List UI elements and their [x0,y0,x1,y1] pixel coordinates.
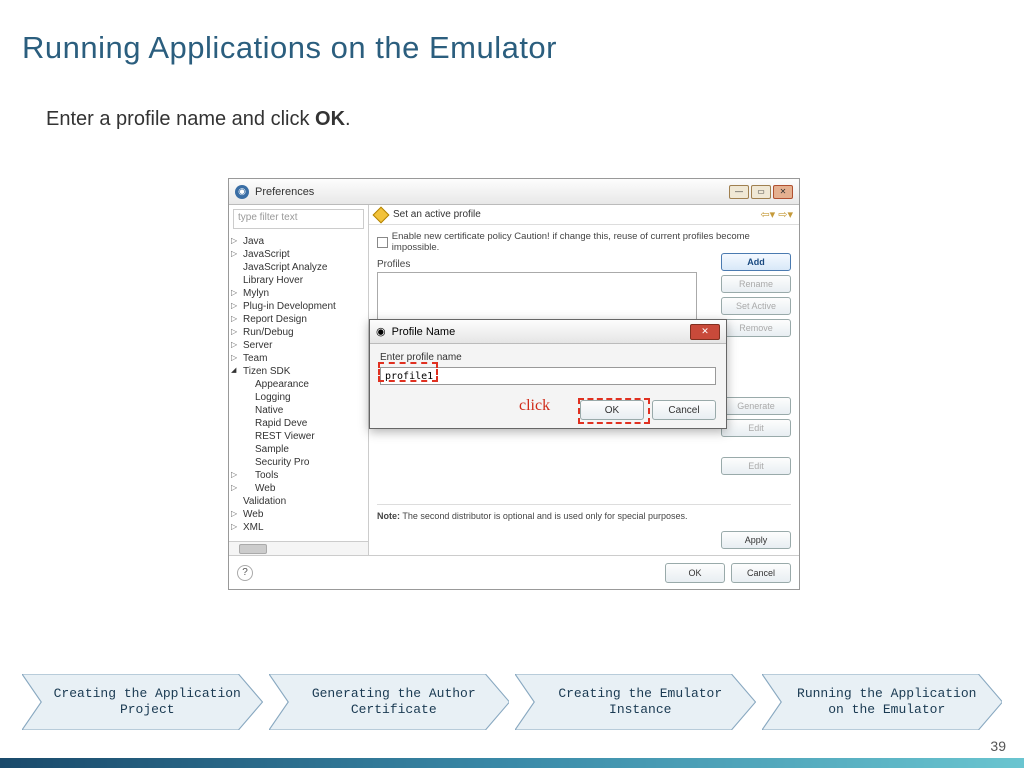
step-label: Generating the Author Certificate [297,686,492,717]
window-controls: — ▭ ✕ [729,185,793,199]
warn-bar: Set an active profile ⇦▾ ⇨▾ [369,205,799,225]
tree-item[interactable]: Plug-in Development [229,300,368,313]
preferences-tree[interactable]: Java JavaScript JavaScript Analyze Libra… [229,233,368,541]
step-label: Creating the Application Project [50,686,245,717]
tree-item[interactable]: Rapid Deve [229,417,368,430]
pn-title-text: Profile Name [392,326,456,338]
tree-item[interactable]: Tizen SDK [229,365,368,378]
edit-button[interactable]: Edit [721,419,791,437]
note-text: The second distributor is optional and i… [400,511,688,521]
process-row: Creating the Application Project Generat… [22,674,1002,730]
hscrollbar[interactable] [229,541,368,555]
tree-item[interactable]: Sample [229,443,368,456]
tree-item[interactable]: Native [229,404,368,417]
tree-item[interactable]: Java [229,235,368,248]
pref-ok-button[interactable]: OK [665,563,725,583]
tree-item[interactable]: Server [229,339,368,352]
note-label: Note: [377,511,400,521]
tree-item[interactable]: REST Viewer [229,430,368,443]
close-icon[interactable]: ✕ [773,185,793,199]
tree-item[interactable]: JavaScript [229,248,368,261]
maximize-icon[interactable]: ▭ [751,185,771,199]
set-active-button[interactable]: Set Active [721,297,791,315]
checkbox-icon[interactable] [377,237,388,248]
page-title: Running Applications on the Emulator [22,30,557,66]
subtitle: Enter a profile name and click OK. [46,108,351,131]
bottom-bar: ? OK Cancel [229,555,799,589]
tree-item[interactable]: Library Hover [229,274,368,287]
footer-gradient [0,758,1024,768]
tree-item[interactable]: Logging [229,391,368,404]
step-3: Creating the Emulator Instance [515,674,756,730]
policy-checkbox-row[interactable]: Enable new certificate policy Caution! i… [377,231,791,253]
tizen-icon: ◉ [376,325,386,338]
click-annotation: click [519,397,550,415]
tree-item[interactable]: Team [229,352,368,365]
apply-button[interactable]: Apply [721,531,791,549]
tree-item[interactable]: Validation [229,495,368,508]
tree-item[interactable]: Report Design [229,313,368,326]
page-number: 39 [990,738,1006,754]
subtitle-post: . [345,108,351,130]
close-icon[interactable]: ✕ [690,324,720,340]
profile-name-input[interactable] [380,367,716,385]
step-4: Running the Application on the Emulator [762,674,1003,730]
tree-item[interactable]: Tools [229,469,368,482]
pn-ok-button[interactable]: OK [580,400,644,420]
filter-input[interactable]: type filter text [233,209,364,229]
warning-icon [373,206,390,223]
tree-item[interactable]: Appearance [229,378,368,391]
pn-cancel-button[interactable]: Cancel [652,400,716,420]
subtitle-bold: OK [315,108,345,130]
tizen-icon: ◉ [235,185,249,199]
step-label: Creating the Emulator Instance [543,686,738,717]
tree-item[interactable]: Web [229,508,368,521]
generate-button[interactable]: Generate [721,397,791,415]
rename-button[interactable]: Rename [721,275,791,293]
pref-title: Preferences [255,186,314,198]
step-label: Running the Application on the Emulator [790,686,985,717]
note-row: Note: The second distributor is optional… [377,504,791,521]
tree-item[interactable]: Run/Debug [229,326,368,339]
edit2-button[interactable]: Edit [721,457,791,475]
tree-item[interactable]: Security Pro [229,456,368,469]
tree-item[interactable]: Web [229,482,368,495]
tree-item[interactable]: Mylyn [229,287,368,300]
help-icon[interactable]: ? [237,565,253,581]
minimize-icon[interactable]: — [729,185,749,199]
add-button[interactable]: Add [721,253,791,271]
tree-panel: type filter text Java JavaScript JavaScr… [229,205,369,555]
pn-titlebar: ◉ Profile Name ✕ [370,320,726,344]
remove-button[interactable]: Remove [721,319,791,337]
pref-cancel-button[interactable]: Cancel [731,563,791,583]
step-2: Generating the Author Certificate [269,674,510,730]
step-1: Creating the Application Project [22,674,263,730]
pref-titlebar: ◉ Preferences — ▭ ✕ [229,179,799,205]
tree-item[interactable]: JavaScript Analyze [229,261,368,274]
pn-label: Enter profile name [380,352,716,363]
warn-text: Set an active profile [393,209,481,220]
subtitle-pre: Enter a profile name and click [46,108,315,130]
preferences-window: ◉ Preferences — ▭ ✕ type filter text Jav… [228,178,800,590]
policy-label: Enable new certificate policy Caution! i… [392,231,791,253]
tree-item[interactable]: XML [229,521,368,534]
nav-icons[interactable]: ⇦▾ ⇨▾ [760,208,793,221]
